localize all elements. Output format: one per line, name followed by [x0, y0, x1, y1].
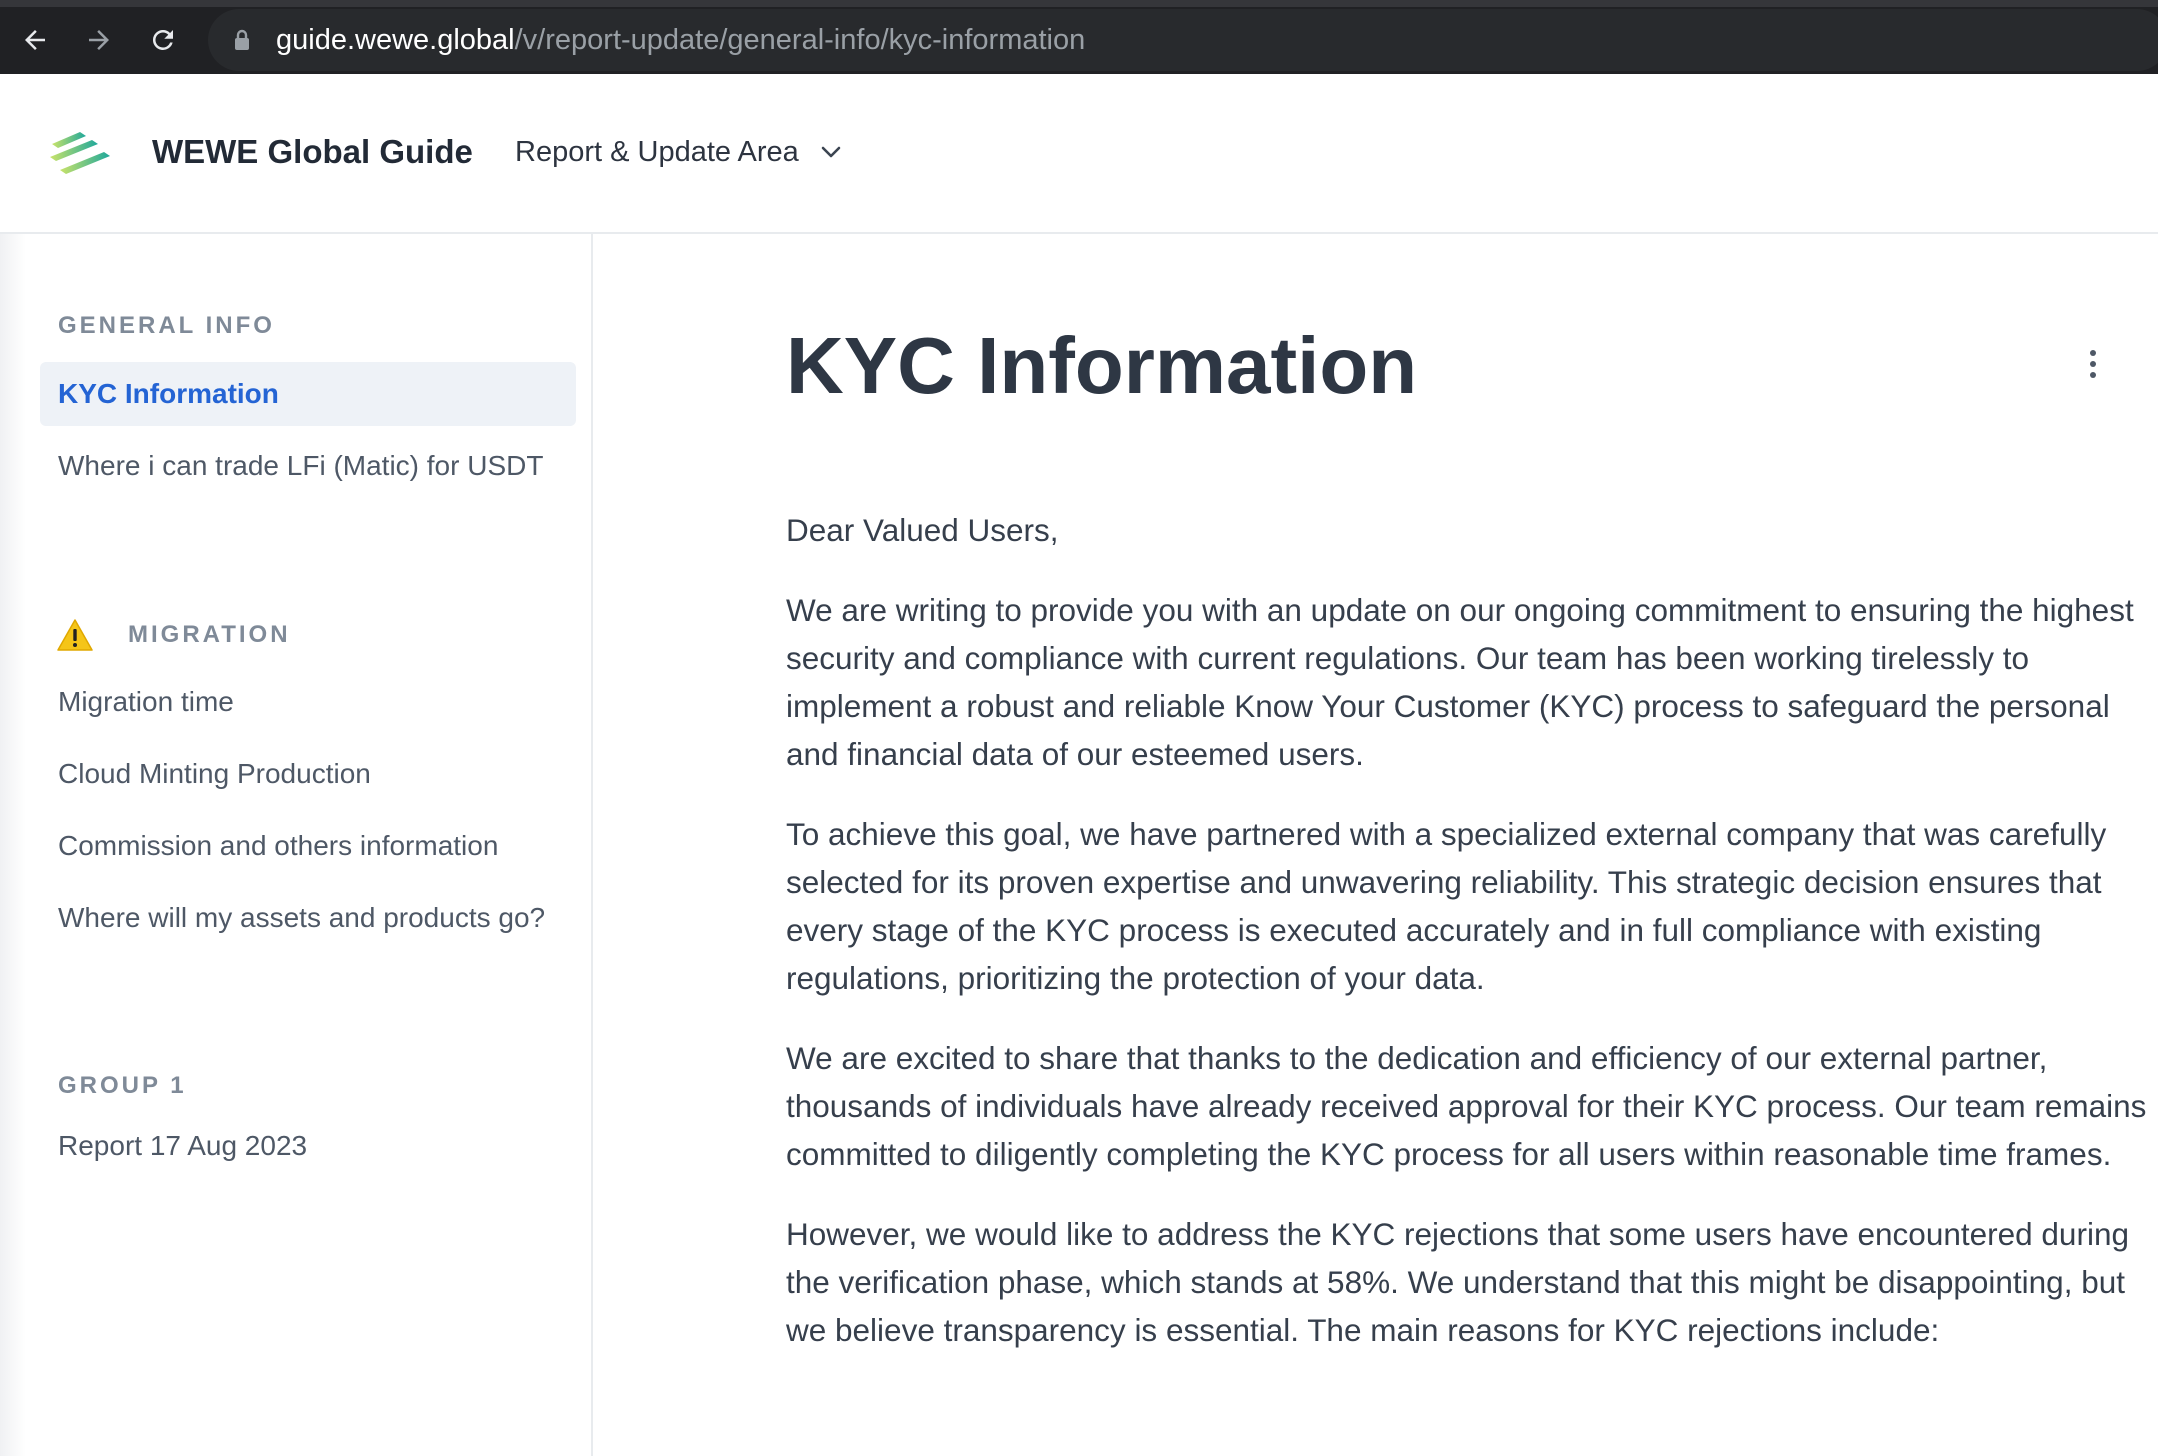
- url-text: guide.wewe.global/v/report-update/genera…: [276, 23, 1085, 57]
- address-bar[interactable]: guide.wewe.global/v/report-update/genera…: [208, 9, 2158, 71]
- sidebar-navigation: GENERAL INFO KYC Information Where i can…: [0, 234, 593, 1456]
- back-button[interactable]: [10, 15, 60, 65]
- forward-button[interactable]: [74, 15, 124, 65]
- section-heading-group-1: GROUP 1: [58, 1072, 187, 1099]
- sidebar-item-trade-lfi[interactable]: Where i can trade LFi (Matic) for USDT: [58, 444, 568, 488]
- arrow-right-icon: [89, 30, 109, 50]
- paragraph-rejections: However, we would like to address the KY…: [786, 1216, 2129, 1348]
- paragraph-approvals: We are excited to share that thanks to t…: [786, 1040, 2147, 1172]
- site-header: WEWE Global Guide Report & Update Area: [0, 74, 2158, 234]
- section-heading-general-info: GENERAL INFO: [58, 312, 275, 339]
- page-options-button[interactable]: [2072, 340, 2114, 388]
- more-vertical-icon: [2090, 350, 2096, 378]
- wewe-logo-icon: [50, 132, 110, 174]
- sidebar-item-commission[interactable]: Commission and others information: [58, 824, 568, 868]
- site-title[interactable]: WEWE Global Guide: [152, 132, 473, 172]
- paragraph-commitment: We are writing to provide you with an up…: [786, 592, 2134, 772]
- space-selector-dropdown[interactable]: Report & Update Area: [515, 132, 841, 172]
- sidebar-item-cloud-minting[interactable]: Cloud Minting Production: [58, 752, 568, 796]
- paragraph-greeting: Dear Valued Users,: [786, 512, 1059, 548]
- sidebar-shadow: [0, 234, 26, 1456]
- browser-toolbar: guide.wewe.global/v/report-update/genera…: [0, 0, 2158, 74]
- paragraph-partnership: To achieve this goal, we have partnered …: [786, 816, 2107, 996]
- section-heading-migration-label: MIGRATION: [128, 621, 291, 648]
- chevron-down-icon: [821, 146, 841, 158]
- url-host: guide.wewe.global: [276, 24, 515, 56]
- sidebar-item-migration-time[interactable]: Migration time: [58, 680, 568, 724]
- url-path: /v/report-update/general-info/kyc-inform…: [514, 24, 1086, 56]
- warning-icon: [57, 619, 93, 651]
- reload-button[interactable]: [138, 15, 188, 65]
- page-title: KYC Information: [786, 321, 1418, 410]
- arrow-left-icon: [25, 30, 45, 50]
- sidebar-item-assets-products[interactable]: Where will my assets and products go?: [58, 896, 568, 940]
- article-body: Dear Valued Users, We are writing to pro…: [786, 506, 2158, 1386]
- reload-icon: [152, 29, 173, 50]
- sidebar-item-kyc-information[interactable]: KYC Information: [40, 362, 576, 426]
- sidebar-item-report-17-aug[interactable]: Report 17 Aug 2023: [58, 1124, 568, 1168]
- section-heading-migration: MIGRATION: [57, 618, 291, 652]
- space-selector-label: Report & Update Area: [515, 136, 799, 168]
- lock-icon: [235, 29, 249, 50]
